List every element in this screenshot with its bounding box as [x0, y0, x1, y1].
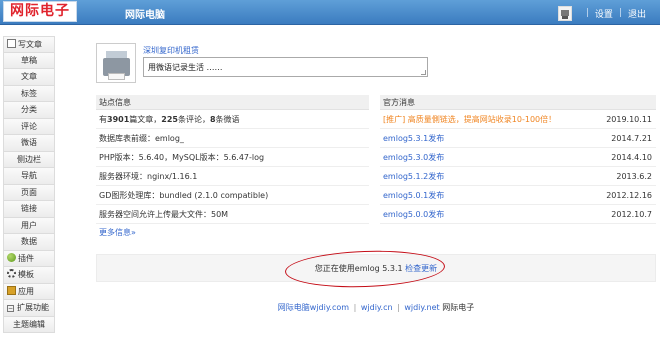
footer: 网际电脑wjdiy.com | wjdiy.cn | wjdiy.net 网际电…: [277, 303, 475, 312]
sidebar-item-navigation[interactable]: 导航: [3, 168, 55, 185]
news-item: emlog5.0.0发布 2012.10.7: [380, 205, 656, 224]
article-count: 3901: [107, 115, 130, 124]
footer-link-cn[interactable]: wjdiy.cn: [361, 303, 393, 312]
news-item: emlog5.1.2发布 2013.6.2: [380, 167, 656, 186]
settings-link[interactable]: 设置: [595, 7, 613, 20]
info-row-upload-max: 服务器空间允许上传最大文件：50M: [96, 205, 369, 224]
sidebar-item-label: 写文章: [18, 40, 42, 49]
sidebar-nav: 写文章 草稿 文章 标签 分类 评论 微语 侧边栏 导航 页面 链接 用户 数据…: [3, 36, 55, 333]
info-row-gd: GD图形处理库：bundled (2.1.0 compatible): [96, 186, 369, 205]
site-name[interactable]: 网际电脑: [125, 6, 165, 21]
news-link[interactable]: emlog5.0.0发布: [383, 210, 444, 219]
sidebar-item-write[interactable]: 写文章: [3, 36, 55, 53]
news-date: 2014.7.21: [611, 134, 652, 143]
sidebar-item-label: 模板: [18, 270, 34, 279]
news-item: [推广] 高质量側链选，提高网站收录10-100倍！ 2019.10.11: [380, 110, 656, 129]
news-date: 2012.12.16: [606, 191, 652, 200]
twitter-input[interactable]: 用微语记录生活 ……: [143, 57, 428, 77]
separator: |: [585, 8, 589, 18]
sidebar-item-apps[interactable]: 应用: [3, 283, 55, 300]
sidebar-item-plugins[interactable]: 插件: [3, 250, 55, 267]
site-logo[interactable]: 网际电子: [3, 1, 77, 22]
sidebar-item-comments[interactable]: 评论: [3, 118, 55, 135]
official-news-title: 官方消息: [380, 95, 656, 110]
sidebar-item-widgets[interactable]: 侧边栏: [3, 151, 55, 168]
sidebar-item-label: 扩展功能: [17, 303, 49, 312]
site-info-panel: 站点信息 有3901篇文章，225条评论，8条微语 数据库表前缀：emlog_ …: [96, 95, 369, 241]
sidebar-item-tags[interactable]: 标签: [3, 85, 55, 102]
sidebar-item-articles[interactable]: 文章: [3, 69, 55, 86]
comment-count: 225: [161, 115, 178, 124]
footer-link-com[interactable]: 网际电脑wjdiy.com: [278, 303, 349, 312]
highlight-circle: [284, 248, 446, 290]
write-icon: [7, 39, 16, 48]
template-icon: [7, 269, 16, 278]
sidebar-item-theme-editor[interactable]: 主题编辑: [3, 316, 55, 333]
official-news-panel: 官方消息 [推广] 高质量側链选，提高网站收录10-100倍！ 2019.10.1…: [380, 95, 656, 224]
news-item: emlog5.3.0发布 2014.4.10: [380, 148, 656, 167]
sidebar-item-users[interactable]: 用户: [3, 217, 55, 234]
news-link[interactable]: [推广] 高质量側链选，提高网站收录10-100倍！: [383, 115, 556, 124]
news-item: emlog5.0.1发布 2012.12.16: [380, 186, 656, 205]
sidebar-item-templates[interactable]: 模板: [3, 267, 55, 284]
twitter-input-text: 用微语记录生活 ……: [148, 63, 223, 72]
news-date: 2012.10.7: [611, 210, 652, 219]
news-link[interactable]: emlog5.3.1发布: [383, 134, 444, 143]
sidebar-item-twitter[interactable]: 微语: [3, 135, 55, 152]
news-link[interactable]: emlog5.0.1发布: [383, 191, 444, 200]
info-row-server: 服务器环境：nginx/1.16.1: [96, 167, 369, 186]
sidebar-item-links[interactable]: 链接: [3, 201, 55, 218]
more-info-link[interactable]: 更多信息»: [96, 224, 369, 241]
sidebar-item-label: 应用: [18, 286, 34, 296]
news-date: 2013.6.2: [616, 172, 652, 181]
sidebar-item-pages[interactable]: 页面: [3, 184, 55, 201]
sidebar-item-categories[interactable]: 分类: [3, 102, 55, 119]
site-stats-row: 有3901篇文章，225条评论，8条微语: [96, 110, 369, 129]
info-row-php-version: PHP版本：5.6.40，MySQL版本：5.6.47-log: [96, 148, 369, 167]
header-actions: | 设置 | 退出: [557, 5, 646, 21]
news-date: 2019.10.11: [606, 115, 652, 124]
news-link[interactable]: emlog5.3.0发布: [383, 153, 444, 162]
printer-avatar[interactable]: [96, 43, 136, 83]
separator: |: [618, 8, 622, 18]
footer-brand: 网际电子: [442, 303, 475, 312]
site-info-title: 站点信息: [96, 95, 369, 110]
top-header: 网际电子 网际电脑 | 设置 | 退出: [0, 0, 660, 25]
logout-link[interactable]: 退出: [628, 7, 646, 20]
app-icon: [7, 285, 16, 295]
sidebar-item-extensions[interactable]: − 扩展功能: [3, 300, 55, 317]
info-row-db-prefix: 数据库表前缀：emlog_: [96, 129, 369, 148]
news-item: emlog5.3.1发布 2014.7.21: [380, 129, 656, 148]
footer-link-net[interactable]: wjdiy.net: [404, 303, 439, 312]
collapse-icon[interactable]: −: [7, 305, 14, 312]
twitter-author-link[interactable]: 深圳复印机租赁: [143, 45, 199, 56]
news-date: 2014.4.10: [611, 153, 652, 162]
sidebar-item-drafts[interactable]: 草稿: [3, 52, 55, 69]
plugin-icon: [7, 252, 16, 262]
user-avatar-icon[interactable]: [557, 5, 572, 21]
sidebar-item-data[interactable]: 数据: [3, 234, 55, 251]
version-bar: 您正在使用emlog 5.3.1 检查更新: [96, 248, 656, 290]
news-link[interactable]: emlog5.1.2发布: [383, 172, 444, 181]
resize-handle-icon[interactable]: [421, 70, 426, 75]
sidebar-item-label: 插件: [18, 253, 34, 263]
